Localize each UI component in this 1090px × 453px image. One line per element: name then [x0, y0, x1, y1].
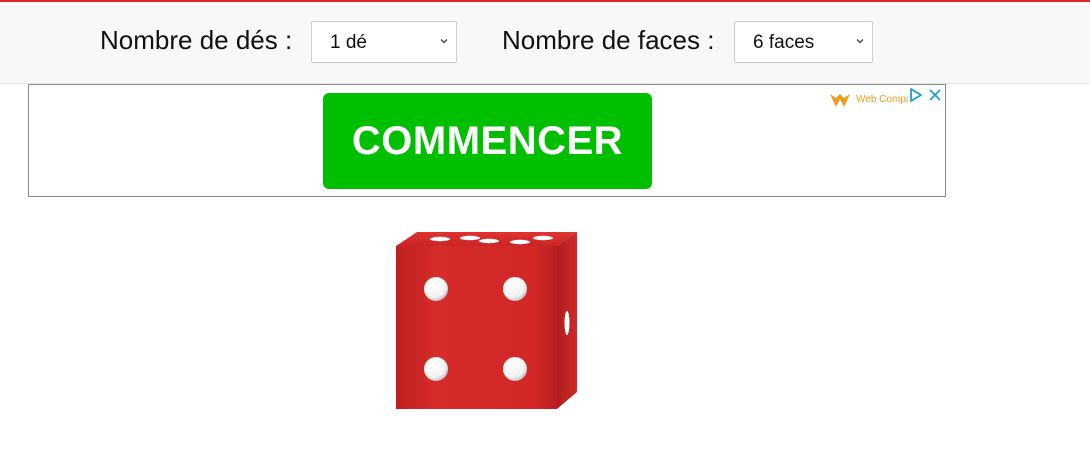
- ad-brand-text[interactable]: Web Compass: [856, 94, 908, 108]
- ad-choices-icon[interactable]: [908, 87, 924, 103]
- faces-count-value: 6 faces: [753, 32, 815, 53]
- die-top-pip: [460, 235, 480, 241]
- die-top-pip: [479, 238, 499, 244]
- dice-count-value: 1 dé: [330, 32, 367, 53]
- die-side-pip: [564, 311, 570, 335]
- die-front-pip: [424, 357, 448, 381]
- chevron-down-icon: [856, 39, 864, 44]
- die-top-pip: [430, 236, 450, 242]
- dice-count-select[interactable]: 1 dé: [311, 21, 457, 63]
- die-front-pip: [503, 277, 527, 301]
- dice-count-label: Nombre de dés :: [100, 25, 293, 55]
- ad-start-button[interactable]: COMMENCER: [323, 93, 652, 189]
- die-front-pip: [424, 277, 448, 301]
- die-top-pip: [533, 235, 553, 241]
- ad-close-icon[interactable]: [927, 87, 943, 103]
- advertisement-banner: COMMENCER Web Compass: [28, 84, 946, 197]
- faces-count-select[interactable]: 6 faces: [734, 21, 873, 63]
- chevron-down-icon: [440, 39, 448, 44]
- die-top-pip: [510, 239, 530, 245]
- faces-count-label: Nombre de faces :: [502, 25, 715, 55]
- die-icon[interactable]: [390, 224, 580, 414]
- die-front-pip: [503, 357, 527, 381]
- dice-settings-toolbar: Nombre de dés : 1 dé Nombre de faces : 6…: [0, 2, 1090, 84]
- web-compass-logo-icon[interactable]: [829, 91, 851, 109]
- die-front-face: [396, 246, 557, 409]
